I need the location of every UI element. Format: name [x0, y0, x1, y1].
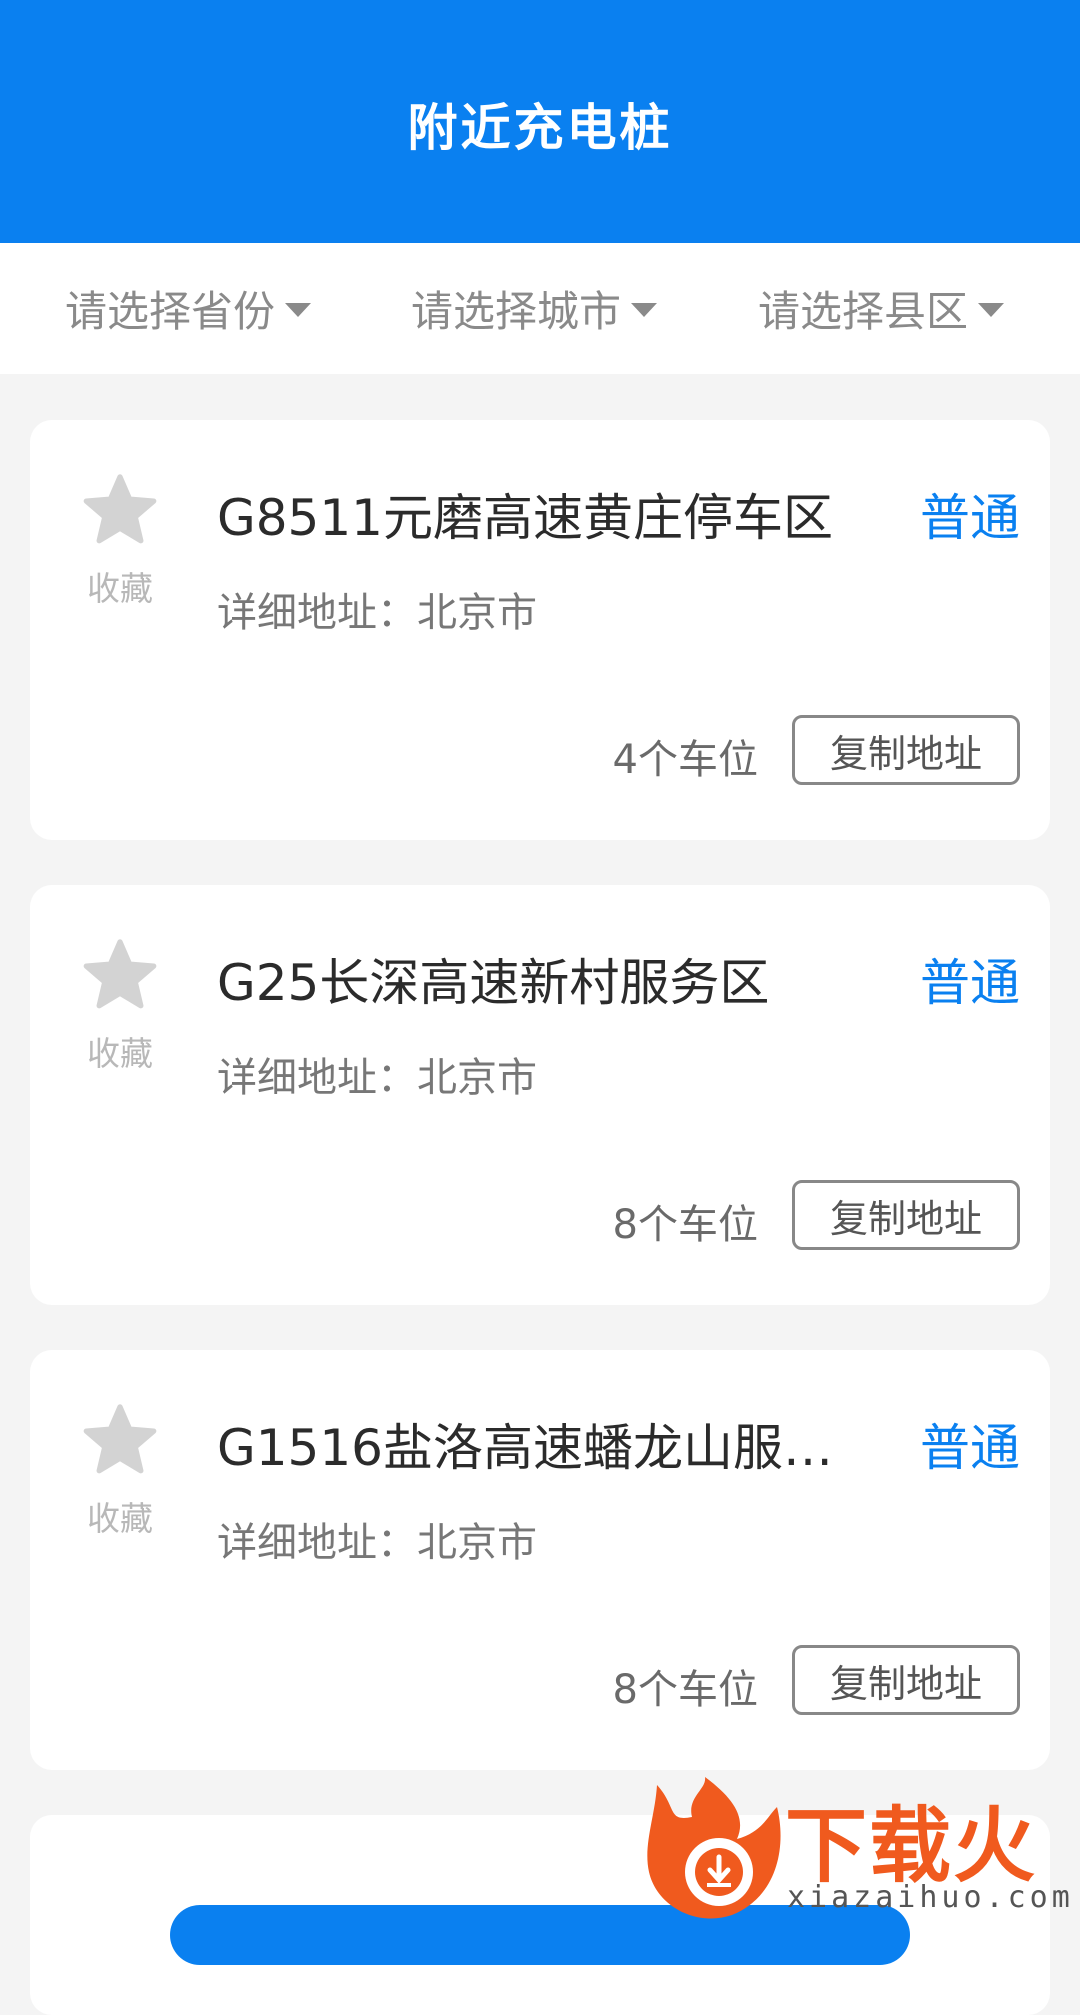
province-select-label: 请选择省份	[65, 287, 276, 336]
district-select-label: 请选择县区	[758, 287, 969, 336]
favorite-label: 收藏	[87, 1499, 153, 1538]
station-name: G8511元磨高速黄庄停车区	[217, 489, 833, 547]
favorite-button[interactable]: 收藏	[80, 937, 160, 1075]
copy-address-button[interactable]: 复制地址	[792, 1180, 1020, 1250]
charger-type-badge: 普通	[920, 954, 1020, 1012]
station-address: 详细地址：北京市	[217, 590, 537, 636]
caret-down-icon	[631, 302, 658, 317]
station-address: 详细地址：北京市	[217, 1520, 537, 1566]
station-card[interactable]: 收藏 G1516盐洛高速蟠龙山服务区 普通 详细地址：北京市 8个车位 复制地址	[30, 1350, 1050, 1770]
station-name: G1516盐洛高速蟠龙山服务区	[217, 1419, 857, 1477]
star-icon	[83, 1404, 157, 1474]
city-select[interactable]: 请选择城市	[411, 243, 658, 374]
caret-down-icon	[978, 302, 1005, 317]
flame-logo-icon	[647, 1777, 781, 1919]
charger-type-badge: 普通	[920, 1419, 1020, 1477]
parking-spots-count: 8个车位	[612, 1667, 758, 1713]
station-name: G25长深高速新村服务区	[217, 954, 770, 1012]
favorite-label: 收藏	[87, 569, 153, 608]
parking-spots-count: 8个车位	[612, 1202, 758, 1248]
copy-address-button[interactable]: 复制地址	[792, 1645, 1020, 1715]
app-header: 附近充电桩	[0, 0, 1080, 243]
station-card[interactable]: 收藏 G25长深高速新村服务区 普通 详细地址：北京市 8个车位 复制地址	[30, 885, 1050, 1305]
station-card[interactable]: 收藏 G8511元磨高速黄庄停车区 普通 详细地址：北京市 4个车位 复制地址	[30, 420, 1050, 840]
district-select[interactable]: 请选择县区	[758, 243, 1005, 374]
copy-address-button[interactable]: 复制地址	[792, 715, 1020, 785]
watermark-domain: xiazaihuo.com	[787, 1880, 1074, 1915]
star-icon	[83, 939, 157, 1009]
filter-bar: 请选择省份 请选择城市 请选择县区	[0, 243, 1080, 374]
favorite-button[interactable]: 收藏	[80, 472, 160, 610]
caret-down-icon	[285, 302, 312, 317]
favorite-button[interactable]: 收藏	[80, 1402, 160, 1540]
charger-type-badge: 普通	[920, 489, 1020, 547]
page-title: 附近充电桩	[407, 99, 673, 157]
parking-spots-count: 4个车位	[612, 737, 758, 783]
favorite-label: 收藏	[87, 1034, 153, 1073]
city-select-label: 请选择城市	[411, 287, 622, 336]
watermark-logo: 下载火 xiazaihuo.com	[637, 1777, 1080, 1920]
province-select[interactable]: 请选择省份	[65, 243, 312, 374]
star-icon	[83, 474, 157, 544]
station-address: 详细地址：北京市	[217, 1055, 537, 1101]
